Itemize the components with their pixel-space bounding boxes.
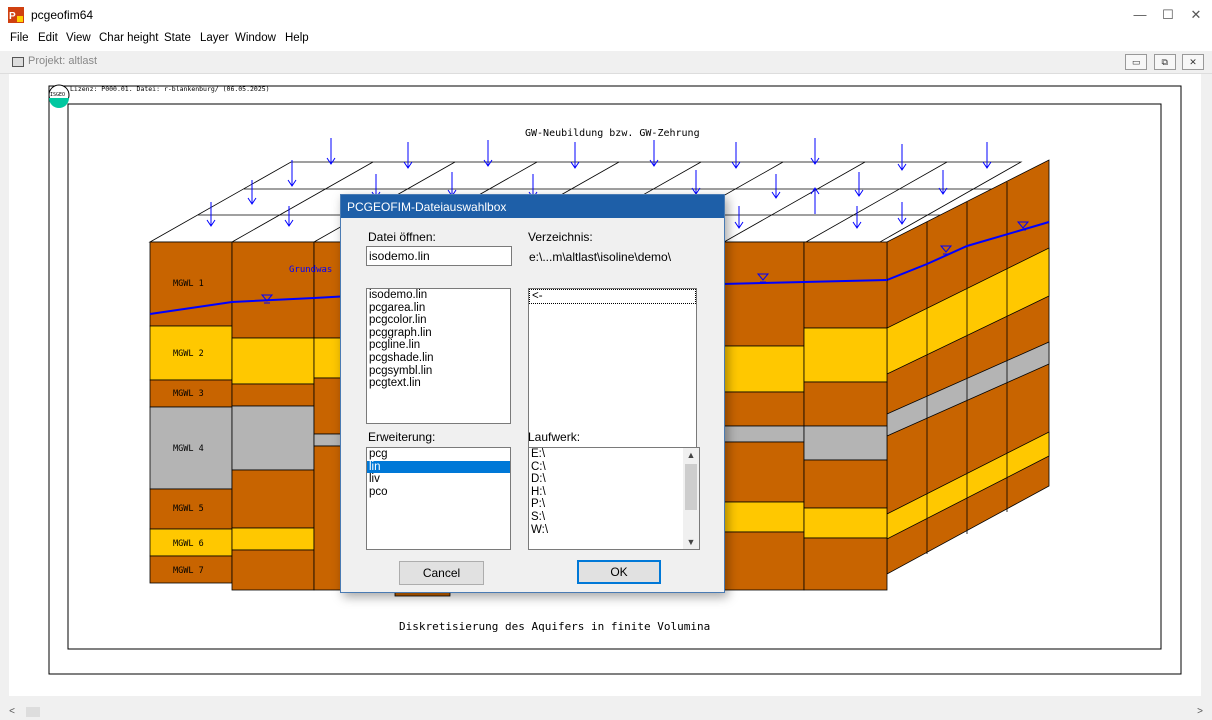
- list-item[interactable]: D:\: [529, 473, 699, 486]
- list-item[interactable]: pco: [367, 486, 510, 499]
- list-item[interactable]: pcgshade.lin: [367, 352, 510, 365]
- file-list[interactable]: isodemo.lin pcgarea.lin pcgcolor.lin pcg…: [366, 288, 511, 424]
- list-item[interactable]: pcgcolor.lin: [367, 314, 510, 327]
- scroll-right-icon[interactable]: >: [1192, 704, 1208, 720]
- list-item[interactable]: <-: [529, 289, 696, 304]
- menu-window[interactable]: Window: [235, 32, 276, 44]
- list-item[interactable]: C:\: [529, 461, 699, 474]
- top-caption: GW-Neubildung bzw. GW-Zehrung: [525, 128, 700, 139]
- layer-label-2: MGWL 2: [173, 349, 204, 359]
- horizontal-scrollbar[interactable]: < >: [0, 704, 1212, 720]
- list-item[interactable]: liv: [367, 473, 510, 486]
- window-title: pcgeofim64: [31, 8, 94, 22]
- drive-list-scrollbar[interactable]: ▲ ▼: [683, 448, 699, 549]
- mdi-child-title: Projekt: altlast: [28, 55, 98, 67]
- scroll-thumb[interactable]: [685, 464, 697, 510]
- svg-text:P: P: [9, 11, 16, 22]
- logo-text: ISGEO: [50, 92, 65, 98]
- layer-label-3: MGWL 3: [173, 389, 204, 399]
- mdi-close-button[interactable]: ✕: [1182, 54, 1204, 70]
- layer-label-4: MGWL 4: [173, 444, 204, 454]
- list-item[interactable]: P:\: [529, 498, 699, 511]
- filename-input[interactable]: [366, 246, 512, 266]
- mdi-restore-button[interactable]: ⧉: [1153, 54, 1176, 70]
- column-second: [231, 241, 315, 591]
- menu-file[interactable]: File: [10, 32, 29, 44]
- dialog-title: PCGEOFIM-Dateiauswahlbox: [347, 200, 507, 214]
- layer-label-5: MGWL 5: [173, 504, 204, 514]
- menu-view[interactable]: View: [66, 32, 91, 44]
- document-icon: [12, 57, 24, 67]
- list-item[interactable]: H:\: [529, 486, 699, 499]
- list-item[interactable]: pcgtext.lin: [367, 377, 510, 390]
- ok-button[interactable]: OK: [577, 560, 661, 584]
- close-button[interactable]: ✕: [1178, 4, 1212, 26]
- list-item[interactable]: pcgsymbl.lin: [367, 365, 510, 378]
- column-right-a: [721, 241, 805, 591]
- open-file-label: Datei öffnen:: [368, 230, 436, 244]
- mdi-child-titlebar: Projekt: altlast ▭ ⧉ ✕: [0, 51, 1212, 74]
- menu-bar: File Edit View Char height State Layer W…: [0, 30, 1212, 48]
- directory-list[interactable]: <-: [528, 288, 697, 450]
- list-item[interactable]: pcggraph.lin: [367, 327, 510, 340]
- menu-help[interactable]: Help: [285, 32, 309, 44]
- list-item[interactable]: pcgarea.lin: [367, 302, 510, 315]
- drive-list[interactable]: E:\ C:\ D:\ H:\ P:\ S:\ W:\ ▲ ▼: [528, 447, 700, 550]
- mdi-minimize-button[interactable]: ▭: [1125, 54, 1148, 70]
- layer-label-7: MGWL 7: [173, 566, 204, 576]
- column-left: [149, 241, 233, 584]
- list-item[interactable]: W:\: [529, 524, 699, 537]
- license-text: Lizenz: P000.01. Datei: r-blankenburg/ (…: [70, 85, 270, 93]
- layer-label-1: MGWL 1: [173, 279, 204, 289]
- cancel-button[interactable]: Cancel: [399, 561, 484, 585]
- scroll-left-icon[interactable]: <: [4, 704, 20, 720]
- scroll-down-icon[interactable]: ▼: [683, 535, 699, 549]
- menu-edit[interactable]: Edit: [38, 32, 58, 44]
- bottom-caption: Diskretisierung des Aquifers in finite V…: [399, 620, 710, 633]
- extension-list[interactable]: pcg lin liv pco: [366, 447, 511, 550]
- list-item[interactable]: E:\: [529, 448, 699, 461]
- menu-char-height[interactable]: Char height: [99, 32, 158, 44]
- list-item-selected[interactable]: lin: [367, 460, 510, 474]
- column-right-b: [803, 241, 888, 591]
- list-item[interactable]: pcgline.lin: [367, 339, 510, 352]
- dialog-titlebar: PCGEOFIM-Dateiauswahlbox: [341, 195, 724, 218]
- scroll-up-icon[interactable]: ▲: [683, 448, 699, 462]
- app-icon: P: [8, 7, 24, 23]
- menu-state[interactable]: State: [164, 32, 191, 44]
- list-item[interactable]: pcg: [367, 448, 510, 461]
- window-titlebar: P pcgeofim64 — ☐ ✕: [0, 0, 1212, 30]
- scroll-thumb[interactable]: [26, 707, 40, 717]
- directory-label: Verzeichnis:: [528, 230, 593, 244]
- menu-layer[interactable]: Layer: [200, 32, 229, 44]
- list-item[interactable]: isodemo.lin: [367, 289, 510, 302]
- drive-label: Laufwerk:: [528, 430, 581, 444]
- file-dialog: PCGEOFIM-Dateiauswahlbox Datei öffnen: V…: [340, 194, 725, 593]
- layer-label-6: MGWL 6: [173, 539, 204, 549]
- list-item[interactable]: S:\: [529, 511, 699, 524]
- extension-label: Erweiterung:: [368, 430, 436, 444]
- groundwater-label: Grundwas: [289, 265, 332, 275]
- directory-path: e:\...m\altlast\isoline\demo\: [529, 250, 672, 264]
